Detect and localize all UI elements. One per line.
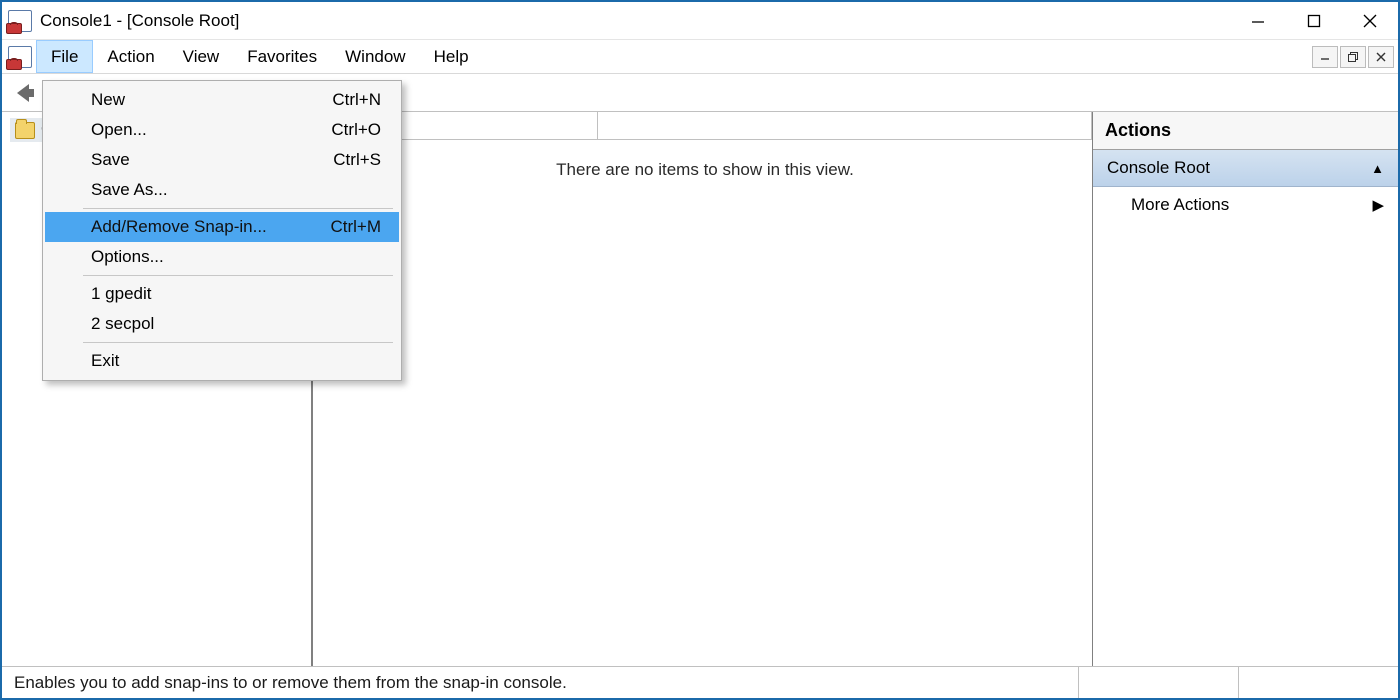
mdi-minimize-button[interactable] bbox=[1312, 46, 1338, 68]
menu-file[interactable]: File bbox=[36, 40, 93, 73]
close-button[interactable] bbox=[1342, 2, 1398, 39]
menu-item-label: New bbox=[91, 90, 125, 110]
app-window: Console1 - [Console Root] File Action Vi… bbox=[0, 0, 1400, 700]
mdi-close-button[interactable] bbox=[1368, 46, 1394, 68]
menu-item-label: Options... bbox=[91, 247, 164, 267]
maximize-icon bbox=[1307, 14, 1321, 28]
menu-separator bbox=[83, 342, 393, 343]
window-controls bbox=[1230, 2, 1398, 39]
empty-list-message: There are no items to show in this view. bbox=[556, 160, 854, 180]
menu-item-label: 1 gpedit bbox=[91, 284, 152, 304]
mmc-icon bbox=[8, 46, 32, 68]
close-icon bbox=[1363, 14, 1377, 28]
menu-item-label: Exit bbox=[91, 351, 119, 371]
menubar: File Action View Favorites Window Help bbox=[2, 40, 1398, 74]
actions-title: Actions bbox=[1093, 112, 1398, 150]
titlebar: Console1 - [Console Root] bbox=[2, 2, 1398, 40]
list-column[interactable] bbox=[598, 112, 1092, 139]
actions-pane: Actions Console Root ▲ More Actions ▶ bbox=[1092, 112, 1398, 666]
menu-item-options[interactable]: Options... bbox=[45, 242, 399, 272]
list-header bbox=[318, 112, 1092, 140]
minimize-icon bbox=[1251, 14, 1265, 28]
menu-item-label: Add/Remove Snap-in... bbox=[91, 217, 267, 237]
menu-item-recent-2[interactable]: 2 secpol bbox=[45, 309, 399, 339]
menu-view[interactable]: View bbox=[169, 40, 234, 73]
menu-item-label: Open... bbox=[91, 120, 147, 140]
mmc-icon bbox=[8, 10, 32, 32]
menu-item-add-remove-snapin[interactable]: Add/Remove Snap-in... Ctrl+M bbox=[45, 212, 399, 242]
maximize-button[interactable] bbox=[1286, 2, 1342, 39]
mdi-controls bbox=[1312, 40, 1398, 73]
back-button[interactable] bbox=[8, 77, 40, 109]
menu-action[interactable]: Action bbox=[93, 40, 168, 73]
restore-icon bbox=[1348, 52, 1358, 62]
chevron-right-icon: ▶ bbox=[1372, 196, 1384, 214]
actions-context-header[interactable]: Console Root ▲ bbox=[1093, 150, 1398, 187]
menu-favorites[interactable]: Favorites bbox=[233, 40, 331, 73]
status-cell bbox=[1078, 667, 1238, 698]
close-icon bbox=[1376, 52, 1386, 62]
actions-more-label: More Actions bbox=[1131, 195, 1229, 215]
menu-separator bbox=[83, 208, 393, 209]
menu-item-accel: Ctrl+M bbox=[330, 217, 381, 237]
menu-item-label: 2 secpol bbox=[91, 314, 154, 334]
menu-item-label: Save As... bbox=[91, 180, 168, 200]
menu-item-open[interactable]: Open... Ctrl+O bbox=[45, 115, 399, 145]
menu-item-recent-1[interactable]: 1 gpedit bbox=[45, 279, 399, 309]
menu-item-save-as[interactable]: Save As... bbox=[45, 175, 399, 205]
menu-window[interactable]: Window bbox=[331, 40, 419, 73]
statusbar: Enables you to add snap-ins to or remove… bbox=[2, 666, 1398, 698]
menu-separator bbox=[83, 275, 393, 276]
status-cell bbox=[1238, 667, 1398, 698]
menu-item-save[interactable]: Save Ctrl+S bbox=[45, 145, 399, 175]
menu-item-accel: Ctrl+O bbox=[331, 120, 381, 140]
minimize-icon bbox=[1320, 52, 1330, 62]
menu-help[interactable]: Help bbox=[420, 40, 483, 73]
actions-context-label: Console Root bbox=[1107, 158, 1210, 178]
status-text: Enables you to add snap-ins to or remove… bbox=[14, 673, 567, 693]
menu-item-new[interactable]: New Ctrl+N bbox=[45, 85, 399, 115]
status-cells bbox=[1078, 667, 1398, 698]
mdi-restore-button[interactable] bbox=[1340, 46, 1366, 68]
file-menu-dropdown: New Ctrl+N Open... Ctrl+O Save Ctrl+S Sa… bbox=[42, 80, 402, 381]
collapse-up-icon: ▲ bbox=[1371, 161, 1384, 176]
actions-more-button[interactable]: More Actions ▶ bbox=[1093, 187, 1398, 223]
folder-icon bbox=[15, 122, 35, 139]
menu-item-exit[interactable]: Exit bbox=[45, 346, 399, 376]
back-arrow-icon bbox=[11, 80, 37, 106]
minimize-button[interactable] bbox=[1230, 2, 1286, 39]
menu-item-accel: Ctrl+S bbox=[333, 150, 381, 170]
menu-item-accel: Ctrl+N bbox=[332, 90, 381, 110]
window-title: Console1 - [Console Root] bbox=[40, 11, 1230, 31]
list-pane[interactable]: There are no items to show in this view. bbox=[318, 112, 1092, 666]
menu-item-label: Save bbox=[91, 150, 130, 170]
